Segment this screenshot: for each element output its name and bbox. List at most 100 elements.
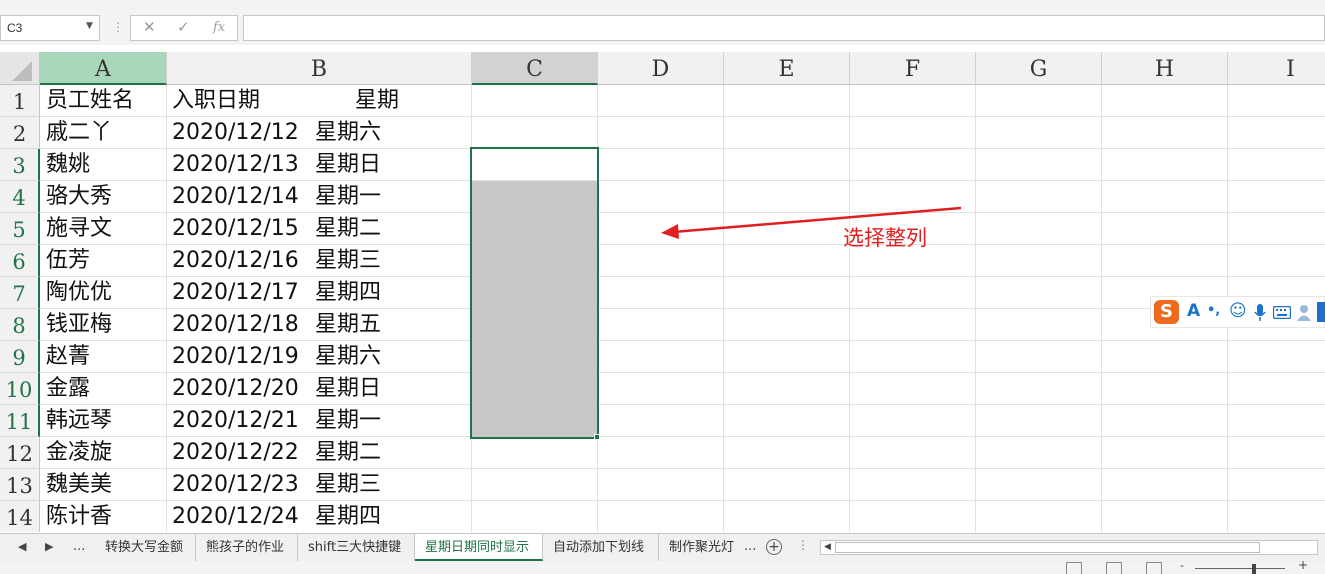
cell-a11[interactable]: 韩远琴 [46,405,112,437]
cell-b9-weekday[interactable]: 星期六 [315,341,381,373]
selected-range-c3-c11[interactable] [470,147,599,439]
more-sheets-button[interactable]: ... [73,539,85,554]
cell-b3-weekday[interactable]: 星期日 [315,149,381,181]
column-header-i[interactable]: I [1228,52,1325,85]
mic-icon[interactable] [1254,304,1266,322]
cell-a3[interactable]: 魏姚 [46,149,90,181]
cell-a7[interactable]: 陶优优 [46,277,112,309]
cell-b14-date[interactable]: 2020/12/24 [172,501,299,532]
cell-b3-date[interactable]: 2020/12/13 [172,149,299,181]
cell-b11-date[interactable]: 2020/12/21 [172,405,299,437]
tab-splitter-grip[interactable]: ⋮ [797,538,809,552]
cell-b8-weekday[interactable]: 星期五 [315,309,381,341]
row-header-8[interactable]: 8 [0,309,40,341]
sheet-tabs-overflow[interactable]: ... [744,539,756,554]
cell-b14-weekday[interactable]: 星期四 [315,501,381,532]
normal-view-icon[interactable] [1066,562,1082,574]
row-header-9[interactable]: 9 [0,341,40,373]
cell-a8[interactable]: 钱亚梅 [46,309,112,341]
cell-a12[interactable]: 金凌旋 [46,437,112,469]
cell-b1-date-header[interactable]: 入职日期 [172,85,260,117]
cell-b4-date[interactable]: 2020/12/14 [172,181,299,213]
scroll-left-icon[interactable]: ◀ [824,542,831,552]
ime-chinese-mode-icon[interactable]: A [1187,301,1200,321]
sheet-tab-auto-underline[interactable]: 自动添加下划线 [543,534,659,561]
cell-a6[interactable]: 伍芳 [46,245,90,277]
ime-logo-icon[interactable]: S [1154,300,1179,324]
row-header-3[interactable]: 3 [0,149,40,181]
cell-b4-weekday[interactable]: 星期一 [315,181,381,213]
cell-b2-date[interactable]: 2020/12/12 [172,117,299,149]
row-header-12[interactable]: 12 [0,437,40,469]
cell-a14[interactable]: 陈计香 [46,501,112,532]
function-icon[interactable]: fx [213,20,225,35]
formula-input[interactable] [243,15,1325,41]
cell-b10-weekday[interactable]: 星期日 [315,373,381,405]
column-header-b[interactable]: B [167,52,472,85]
cell-b1-weekday-header[interactable]: 星期 [355,85,399,117]
cell-a13[interactable]: 魏美美 [46,469,112,501]
column-header-a[interactable]: A [40,52,167,85]
sheet-tab-weekday-date[interactable]: 星期日期同时显示 [415,534,543,561]
page-break-view-icon[interactable] [1146,562,1162,574]
column-header-d[interactable]: D [598,52,724,85]
ime-toolbar[interactable]: S A •, ☺ [1150,296,1325,328]
cell-b7-weekday[interactable]: 星期四 [315,277,381,309]
cell-b13-weekday[interactable]: 星期三 [315,469,381,501]
name-box-dropdown-icon[interactable]: ▼ [86,21,93,31]
next-sheet-icon[interactable]: ▶ [45,540,53,553]
cancel-icon[interactable]: ✕ [143,18,156,36]
column-header-g[interactable]: G [976,52,1102,85]
row-header-14[interactable]: 14 [0,501,40,532]
row-header-1[interactable]: 1 [0,85,40,117]
cell-b8-date[interactable]: 2020/12/18 [172,309,299,341]
horizontal-scroll-thumb[interactable] [835,542,1260,553]
zoom-slider[interactable] [1195,568,1285,569]
zoom-slider-thumb[interactable] [1252,564,1256,574]
row-header-11[interactable]: 11 [0,405,40,437]
cell-b5-weekday[interactable]: 星期二 [315,213,381,245]
cell-a2[interactable]: 戚二丫 [46,117,112,149]
cell-a1[interactable]: 员工姓名 [46,85,134,117]
cell-a9[interactable]: 赵菁 [46,341,90,373]
cell-b6-date[interactable]: 2020/12/16 [172,245,299,277]
cell-b5-date[interactable]: 2020/12/15 [172,213,299,245]
prev-sheet-icon[interactable]: ◀ [18,540,26,553]
row-header-10[interactable]: 10 [0,373,40,405]
keyboard-icon[interactable] [1273,306,1291,319]
user-icon[interactable] [1297,304,1311,322]
column-header-f[interactable]: F [850,52,976,85]
row-header-4[interactable]: 4 [0,181,40,213]
cell-a5[interactable]: 施寻文 [46,213,112,245]
cell-b2-weekday[interactable]: 星期六 [315,117,381,149]
cell-a4[interactable]: 骆大秀 [46,181,112,213]
ime-emoji-icon[interactable]: ☺ [1229,301,1247,321]
cell-b10-date[interactable]: 2020/12/20 [172,373,299,405]
sheet-tab-spotlight[interactable]: 制作聚光灯 [659,534,743,561]
cell-b7-date[interactable]: 2020/12/17 [172,277,299,309]
cell-b12-weekday[interactable]: 星期二 [315,437,381,469]
column-header-c[interactable]: C [472,52,598,85]
add-sheet-button[interactable]: + [766,539,782,555]
sheet-tab-kids-homework[interactable]: 熊孩子的作业 [196,534,298,561]
cell-b11-weekday[interactable]: 星期一 [315,405,381,437]
ime-expand-icon[interactable] [1317,302,1325,322]
row-header-7[interactable]: 7 [0,277,40,309]
fill-handle[interactable] [594,434,600,440]
row-header-5[interactable]: 5 [0,213,40,245]
cell-a10[interactable]: 金露 [46,373,90,405]
ime-punctuation-icon[interactable]: •, [1207,303,1220,318]
spreadsheet-grid[interactable]: A B C D E F G H I 1 2 3 4 5 6 7 8 9 10 1… [0,52,1325,532]
row-header-2[interactable]: 2 [0,117,40,149]
cell-b6-weekday[interactable]: 星期三 [315,245,381,277]
confirm-icon[interactable]: ✓ [177,18,190,36]
sheet-tab-convert-amount[interactable]: 转换大写金额 [95,534,196,561]
cell-b12-date[interactable]: 2020/12/22 [172,437,299,469]
sheet-tab-shift-shortcuts[interactable]: shift三大快捷键 [298,534,415,561]
column-header-e[interactable]: E [724,52,850,85]
cell-b9-date[interactable]: 2020/12/19 [172,341,299,373]
zoom-in-button[interactable]: + [1298,558,1308,572]
name-box[interactable]: C3 [0,15,100,41]
cell-b13-date[interactable]: 2020/12/23 [172,469,299,501]
column-header-h[interactable]: H [1102,52,1228,85]
